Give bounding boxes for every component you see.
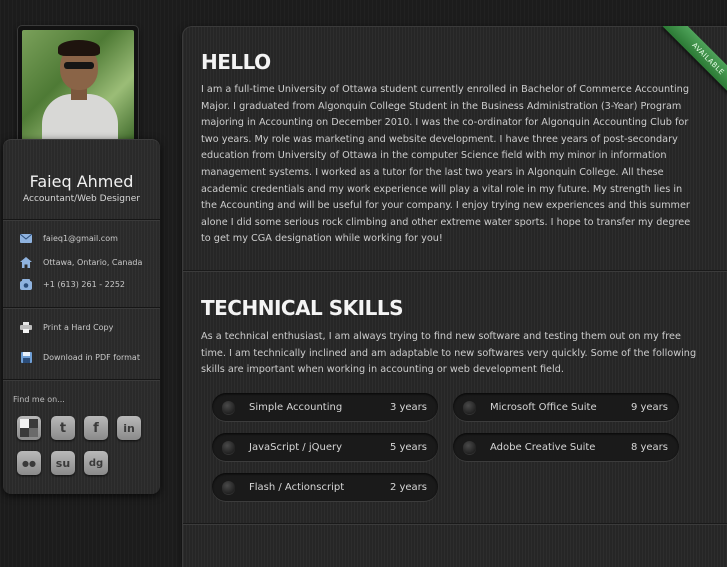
divider (3, 379, 160, 381)
social-heading: Find me on... (13, 395, 65, 404)
skill-name: Microsoft Office Suite (490, 401, 597, 413)
facebook-icon[interactable]: f (84, 416, 108, 440)
skill-item: JavaScript / jQuery 5 years (212, 433, 438, 461)
location-text: Ottawa, Ontario, Canada (43, 257, 143, 267)
profile-name: Faieq Ahmed (29, 172, 134, 191)
contact-location: Ottawa, Ontario, Canada (19, 255, 142, 269)
skill-item: Adobe Creative Suite 8 years (453, 433, 679, 461)
skill-name: JavaScript / jQuery (249, 441, 343, 453)
contact-phone[interactable]: +1 (613) 261 - 2252 (19, 277, 125, 291)
skills-heading: TECHNICAL SKILLS (201, 296, 404, 320)
main-content-panel: HELLO I am a full-time University of Ott… (183, 27, 727, 567)
hello-heading: HELLO (201, 50, 271, 74)
hello-paragraph: I am a full-time University of Ottawa st… (201, 84, 691, 245)
print-link[interactable]: Print a Hard Copy (19, 320, 113, 334)
phone-text: +1 (613) 261 - 2252 (43, 279, 125, 289)
divider (3, 219, 160, 221)
delicious-icon[interactable] (17, 416, 41, 440)
save-disk-icon (19, 351, 33, 363)
ribbon-label: AVAILABLE (662, 26, 727, 105)
skill-years: 2 years (389, 481, 427, 493)
stumbleupon-icon[interactable]: su (51, 451, 75, 475)
skill-name: Flash / Actionscript (249, 481, 345, 493)
twitter-icon[interactable]: t (51, 416, 75, 440)
skill-item: Simple Accounting 3 years (212, 393, 438, 421)
profile-role: Accountant/Web Designer (23, 194, 140, 204)
section-divider (183, 523, 727, 525)
contact-email[interactable]: faieq1@gmail.com (19, 231, 118, 245)
bullet-icon (463, 440, 476, 454)
download-pdf-link[interactable]: Download in PDF format (19, 350, 140, 364)
skill-years: 9 years (630, 401, 668, 413)
mail-icon (19, 232, 33, 244)
bullet-icon (222, 400, 235, 414)
skills-intro: As a technical enthusiast, I am always t… (201, 331, 697, 376)
printer-icon (19, 321, 33, 333)
availability-ribbon: AVAILABLE (645, 26, 727, 108)
linkedin-icon[interactable]: in (117, 416, 141, 440)
home-icon (19, 256, 33, 268)
sidebar: Faieq Ahmed Accountant/Web Designer faie… (3, 139, 160, 494)
skill-name: Simple Accounting (249, 401, 343, 413)
digg-icon[interactable]: dg (84, 451, 108, 475)
download-label: Download in PDF format (43, 352, 140, 362)
print-label: Print a Hard Copy (43, 322, 114, 332)
phone-icon (19, 278, 33, 290)
bullet-icon (222, 480, 235, 494)
flickr-icon[interactable]: ●● (17, 451, 41, 475)
profile-photo (22, 30, 134, 142)
skill-item: Microsoft Office Suite 9 years (453, 393, 679, 421)
skill-years: 8 years (630, 441, 668, 453)
divider (3, 307, 160, 309)
profile-photo-frame (18, 26, 138, 146)
bullet-icon (463, 400, 476, 414)
skill-years: 5 years (389, 441, 427, 453)
skill-years: 3 years (389, 401, 427, 413)
bullet-icon (222, 440, 235, 454)
skill-name: Adobe Creative Suite (490, 441, 596, 453)
section-divider (183, 270, 727, 272)
skill-item: Flash / Actionscript 2 years (212, 473, 438, 501)
email-text: faieq1@gmail.com (43, 233, 118, 243)
